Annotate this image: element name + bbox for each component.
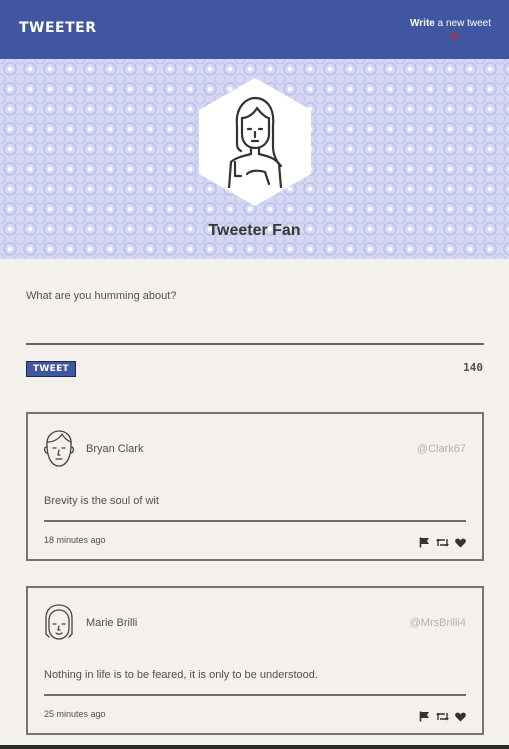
heart-icon[interactable] (455, 707, 466, 726)
tweet-actions (419, 533, 466, 552)
tweet-author-handle: @MrsBrilli4 (409, 617, 466, 629)
woman-bangs-avatar-icon (45, 604, 73, 640)
man-avatar-icon (44, 430, 74, 467)
tweet-content: Nothing in life is to be feared, it is o… (44, 669, 318, 681)
tweet-button[interactable]: TWEET (26, 361, 76, 377)
compose-tweet-link[interactable]: Write a new tweet (410, 18, 491, 29)
character-counter: 140 (463, 361, 483, 374)
tweet-author-handle: @Clark67 (416, 443, 466, 455)
profile-header: Tweeter Fan (0, 59, 509, 259)
retweet-icon[interactable] (436, 533, 449, 552)
tweet-divider (44, 520, 466, 522)
retweet-icon[interactable] (436, 707, 449, 726)
compose-bold-label: Write (410, 18, 435, 29)
woman-avatar-icon (227, 96, 283, 188)
tweet-card: Bryan Clark @Clark67 Brevity is the soul… (26, 412, 484, 561)
tweet-card: Marie Brilli @MrsBrilli4 Nothing in life… (26, 586, 484, 735)
tweet-timestamp: 25 minutes ago (44, 709, 106, 719)
tweet-divider (44, 694, 466, 696)
tweet-timestamp: 18 minutes ago (44, 535, 106, 545)
compose-label: a new tweet (434, 18, 491, 29)
tweet-actions (419, 707, 466, 726)
top-nav: TWEETER Write a new tweet (0, 0, 509, 59)
tweet-text-input[interactable] (26, 287, 484, 345)
profile-avatar (199, 78, 311, 206)
profile-name: Tweeter Fan (208, 222, 301, 239)
flag-icon[interactable] (419, 707, 430, 726)
flag-icon[interactable] (419, 533, 430, 552)
app-logo[interactable]: TWEETER (19, 20, 97, 36)
chevron-down-icon[interactable] (450, 32, 458, 43)
window-bottom-edge (0, 745, 509, 749)
tweet-author-name: Bryan Clark (86, 443, 144, 455)
heart-icon[interactable] (455, 533, 466, 552)
tweet-content: Brevity is the soul of wit (44, 495, 159, 507)
tweet-author-name: Marie Brilli (86, 617, 138, 629)
